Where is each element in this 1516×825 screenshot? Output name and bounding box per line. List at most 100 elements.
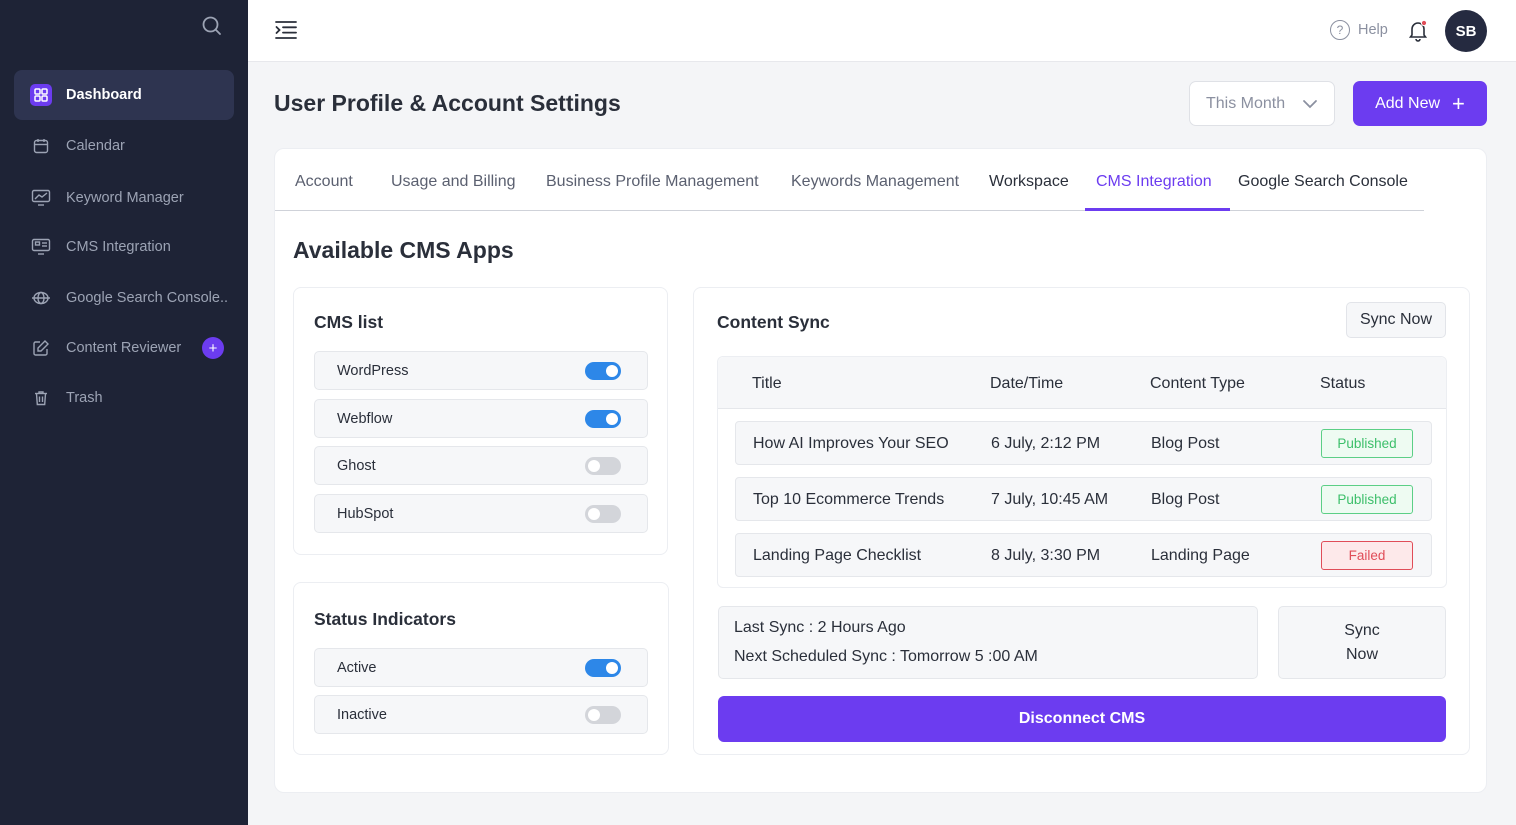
row-content-type: Blog Post: [1151, 435, 1220, 452]
status-indicators-title: Status Indicators: [314, 609, 456, 629]
tab-business-profile-management[interactable]: Business Profile Management: [546, 173, 759, 191]
sidebar-item-label: Calendar: [66, 138, 125, 154]
sync-now-line2: Now: [1345, 645, 1378, 663]
tab-cms-integration[interactable]: CMS Integration: [1096, 173, 1212, 191]
top-bar: ? Help SB: [248, 0, 1516, 62]
sidebar: Dashboard Calendar Keyword Manager CMS I…: [0, 0, 248, 825]
help-label: Help: [1358, 22, 1388, 38]
add-content-reviewer-button[interactable]: +: [202, 337, 224, 359]
table-row[interactable]: Top 10 Ecommerce Trends 7 July, 10:45 AM…: [735, 477, 1432, 521]
hubspot-toggle[interactable]: [585, 505, 621, 523]
status-badge: Failed: [1321, 541, 1413, 570]
cms-item-ghost: Ghost: [314, 446, 648, 485]
cms-item-label: Webflow: [337, 410, 393, 427]
plus-icon: +: [1452, 90, 1465, 116]
sidebar-item-content-reviewer[interactable]: Content Reviewer +: [14, 323, 234, 373]
disconnect-cms-button[interactable]: Disconnect CMS: [718, 696, 1446, 742]
column-header-content-type: Content Type: [1150, 375, 1245, 392]
cms-item-label: HubSpot: [337, 505, 394, 522]
sidebar-item-label: Dashboard: [66, 87, 142, 103]
row-title: Landing Page Checklist: [753, 547, 922, 564]
sidebar-item-calendar[interactable]: Calendar: [14, 121, 234, 171]
sidebar-item-label: Google Search Console..: [66, 290, 229, 306]
sync-now-button[interactable]: Sync Now: [1346, 302, 1446, 338]
table-row[interactable]: Landing Page Checklist 8 July, 3:30 PM L…: [735, 533, 1432, 577]
sidebar-item-label: Keyword Manager: [66, 190, 184, 206]
row-datetime: 8 July, 3:30 PM: [991, 547, 1101, 564]
question-circle-icon: ?: [1330, 20, 1350, 40]
sidebar-item-label: Trash: [66, 390, 103, 406]
row-content-type: Landing Page: [1151, 547, 1250, 564]
status-item-inactive: Inactive: [314, 695, 648, 734]
page-title: User Profile & Account Settings: [274, 90, 621, 116]
edit-icon: [30, 337, 52, 359]
cms-item-label: WordPress: [337, 362, 409, 379]
period-select-value: This Month: [1206, 94, 1286, 112]
cms-list-panel: CMS list WordPress Webflow Ghost HubSpot: [293, 287, 668, 555]
table-header: Title Date/Time Content Type Status: [718, 357, 1446, 409]
chart-monitor-icon: [30, 187, 52, 209]
status-indicators-panel: Status Indicators Active Inactive: [293, 582, 669, 755]
content-sync-table: Title Date/Time Content Type Status How …: [717, 356, 1447, 588]
status-item-active: Active: [314, 648, 648, 687]
table-row[interactable]: How AI Improves Your SEO 6 July, 2:12 PM…: [735, 421, 1432, 465]
trash-icon: [30, 387, 52, 409]
chevron-down-icon: [1302, 96, 1318, 117]
bell-icon[interactable]: [1406, 18, 1430, 42]
active-tab-indicator: [1085, 208, 1230, 211]
tab-google-search-console[interactable]: Google Search Console: [1238, 173, 1408, 191]
status-badge: Published: [1321, 429, 1413, 458]
content-sync-title: Content Sync: [717, 312, 830, 332]
sidebar-item-label: CMS Integration: [66, 239, 171, 255]
tab-account[interactable]: Account: [295, 173, 353, 191]
status-item-label: Inactive: [337, 706, 387, 723]
search-icon[interactable]: [200, 14, 224, 38]
wordpress-toggle[interactable]: [585, 362, 621, 380]
row-title: Top 10 Ecommerce Trends: [753, 491, 945, 508]
ghost-toggle[interactable]: [585, 457, 621, 475]
sync-now-line1: Sync: [1344, 622, 1380, 640]
settings-card: Account Usage and Billing Business Profi…: [274, 148, 1487, 793]
active-toggle[interactable]: [585, 659, 621, 677]
sync-info-box: Last Sync : 2 Hours Ago Next Scheduled S…: [718, 606, 1258, 679]
column-header-title: Title: [752, 375, 782, 392]
status-item-label: Active: [337, 659, 377, 676]
add-new-button[interactable]: Add New +: [1353, 81, 1487, 126]
globe-icon: [30, 287, 52, 309]
column-header-datetime: Date/Time: [990, 375, 1064, 392]
next-sync-text: Next Scheduled Sync : Tomorrow 5 :00 AM: [734, 648, 1038, 665]
sidebar-item-keyword-manager[interactable]: Keyword Manager: [14, 173, 234, 223]
content-sync-panel: Content Sync Sync Now Title Date/Time Co…: [693, 287, 1470, 755]
sync-now-side-button[interactable]: Sync Now: [1278, 606, 1446, 679]
section-title: Available CMS Apps: [293, 237, 514, 263]
row-content-type: Blog Post: [1151, 491, 1220, 508]
row-datetime: 7 July, 10:45 AM: [991, 491, 1109, 508]
cms-item-hubspot: HubSpot: [314, 494, 648, 533]
row-datetime: 6 July, 2:12 PM: [991, 435, 1101, 452]
add-new-label: Add New: [1375, 94, 1441, 112]
cms-item-label: Ghost: [337, 457, 376, 474]
sidebar-item-label: Content Reviewer: [66, 340, 182, 356]
avatar[interactable]: SB: [1445, 10, 1487, 52]
menu-toggle-icon[interactable]: [274, 18, 298, 42]
column-header-status: Status: [1320, 375, 1366, 392]
tab-keywords-management[interactable]: Keywords Management: [791, 173, 959, 191]
sidebar-item-dashboard[interactable]: Dashboard: [14, 70, 234, 120]
tab-usage-and-billing[interactable]: Usage and Billing: [391, 173, 516, 191]
grid-icon: [30, 84, 52, 106]
cms-list-title: CMS list: [314, 312, 384, 332]
help-link[interactable]: ? Help: [1330, 20, 1388, 40]
cms-monitor-icon: [30, 236, 52, 258]
tab-workspace[interactable]: Workspace: [989, 173, 1069, 191]
calendar-icon: [30, 135, 52, 157]
row-title: How AI Improves Your SEO: [753, 435, 949, 452]
webflow-toggle[interactable]: [585, 410, 621, 428]
sidebar-item-trash[interactable]: Trash: [14, 373, 234, 423]
sidebar-item-google-search-console[interactable]: Google Search Console..: [14, 273, 234, 323]
settings-tabs: Account Usage and Billing Business Profi…: [275, 149, 1424, 211]
period-select[interactable]: This Month: [1189, 81, 1335, 126]
cms-item-webflow: Webflow: [314, 399, 648, 438]
last-sync-text: Last Sync : 2 Hours Ago: [734, 619, 906, 636]
sidebar-item-cms-integration[interactable]: CMS Integration: [14, 222, 234, 272]
inactive-toggle[interactable]: [585, 706, 621, 724]
